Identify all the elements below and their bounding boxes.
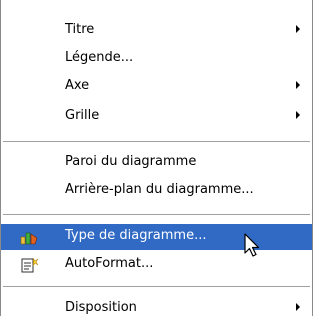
menu-item-label: Paroi du diagramme bbox=[65, 154, 197, 169]
menu-separator bbox=[3, 214, 310, 215]
menu-item-grille[interactable]: Grille bbox=[1, 104, 312, 130]
menu-item-label: Légende... bbox=[65, 50, 134, 65]
menu-item-disposition[interactable]: Disposition bbox=[1, 296, 312, 322]
menu-item-legende[interactable]: Légende... bbox=[1, 46, 312, 72]
submenu-arrow-icon bbox=[296, 303, 300, 311]
menu-item-axe[interactable]: Axe bbox=[1, 74, 312, 100]
context-menu: Titre Légende... Axe Grille Paroi du dia… bbox=[0, 0, 313, 316]
menu-item-label: AutoFormat... bbox=[65, 256, 154, 271]
menu-item-titre[interactable]: Titre bbox=[1, 18, 312, 44]
menu-item-arriere-plan[interactable]: Arrière-plan du diagramme... bbox=[1, 178, 312, 204]
menu-item-label: Arrière-plan du diagramme... bbox=[65, 182, 254, 197]
submenu-arrow-icon bbox=[296, 25, 300, 33]
menu-item-label: Grille bbox=[65, 108, 100, 123]
menu-item-label: Disposition bbox=[65, 300, 137, 315]
menu-separator bbox=[3, 141, 310, 142]
autoformat-icon bbox=[21, 257, 39, 273]
menu-item-label: Titre bbox=[65, 22, 95, 37]
menu-item-paroi[interactable]: Paroi du diagramme bbox=[1, 150, 312, 176]
menu-item-label: Type de diagramme... bbox=[65, 228, 207, 243]
menu-separator bbox=[3, 286, 310, 287]
submenu-arrow-icon bbox=[296, 81, 300, 89]
mouse-pointer-icon bbox=[244, 233, 260, 257]
menu-item-type-de-diagramme[interactable]: Type de diagramme... bbox=[1, 224, 312, 250]
menu-item-label: Axe bbox=[65, 78, 90, 93]
chart-type-icon bbox=[20, 232, 38, 245]
menu-item-autoformat[interactable]: AutoFormat... bbox=[1, 252, 312, 278]
submenu-arrow-icon bbox=[296, 111, 300, 119]
